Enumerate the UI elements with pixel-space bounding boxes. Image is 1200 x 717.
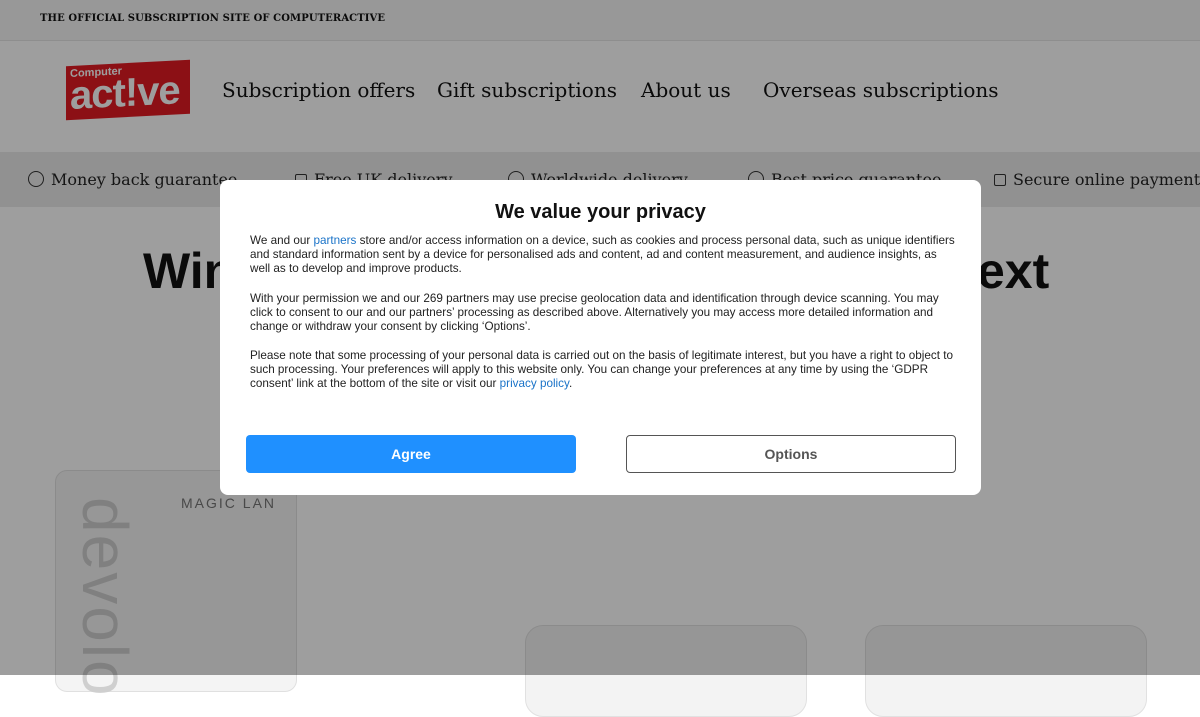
agree-button[interactable]: Agree [246, 435, 576, 473]
dialog-title: We value your privacy [495, 201, 706, 223]
consent-paragraph-3: Please note that some processing of your… [250, 349, 953, 391]
privacy-consent-dialog: We value your privacy We and our partner… [220, 180, 981, 495]
consent-paragraph-1: We and our partners store and/or access … [250, 234, 955, 276]
consent-paragraph-2: With your permission we and our 269 part… [250, 292, 939, 334]
privacy-policy-link[interactable]: privacy policy [500, 377, 569, 390]
options-button[interactable]: Options [626, 435, 956, 473]
partners-link[interactable]: partners [313, 234, 356, 247]
